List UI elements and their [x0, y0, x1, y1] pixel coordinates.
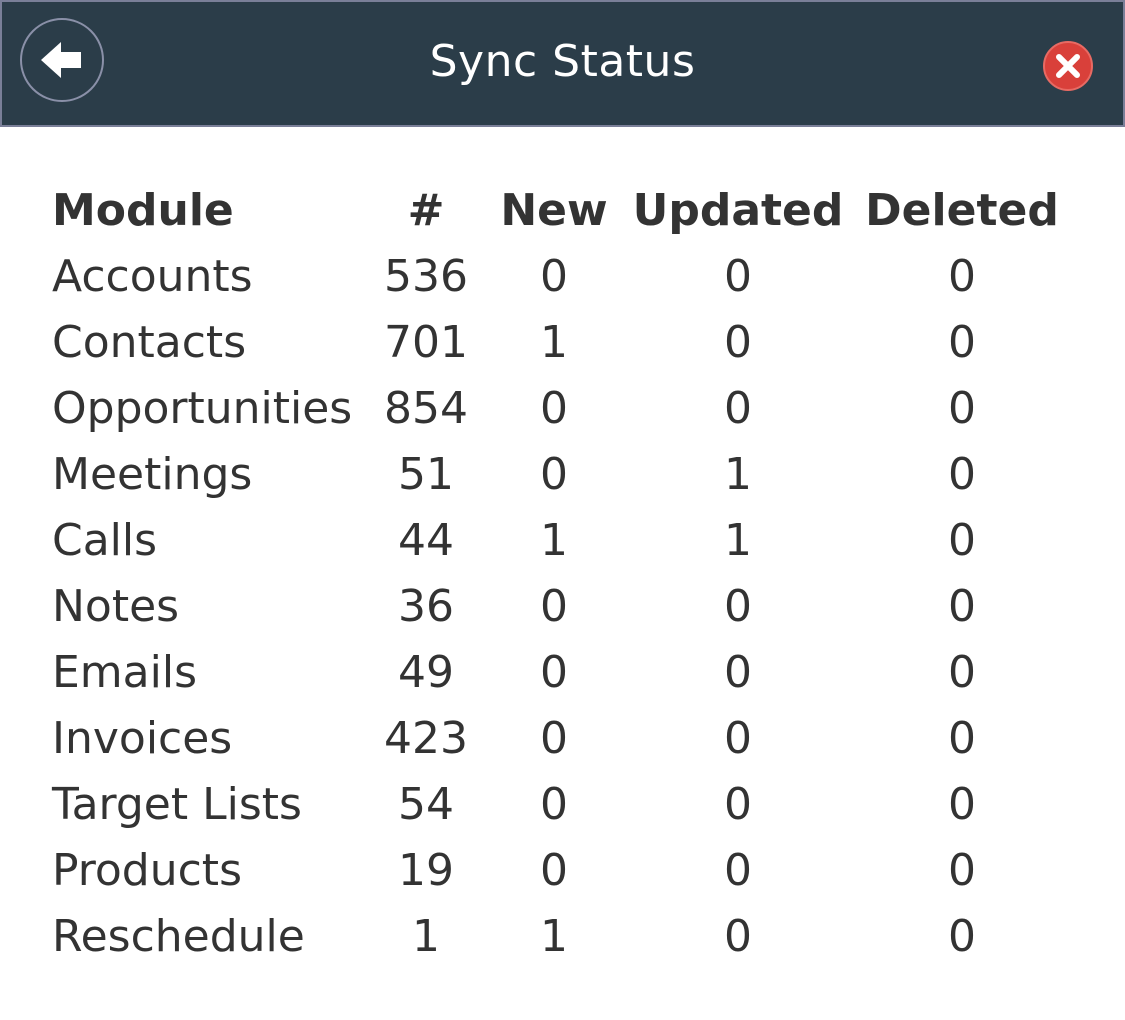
count-cell: 51	[398, 449, 454, 500]
column-header-module: Module	[52, 185, 234, 236]
table-header-row: Module # New Updated Deleted	[52, 178, 1072, 244]
module-cell: Invoices	[52, 713, 233, 764]
column-header-count: #	[407, 185, 445, 236]
new-cell: 0	[540, 251, 568, 302]
updated-cell: 0	[724, 713, 752, 764]
new-cell: 1	[540, 317, 568, 368]
table-row: Contacts 701 1 0 0	[52, 310, 1072, 376]
table-row: Notes 36 0 0 0	[52, 574, 1072, 640]
updated-cell: 0	[724, 779, 752, 830]
new-cell: 0	[540, 383, 568, 434]
deleted-cell: 0	[948, 845, 976, 896]
table-row: Invoices 423 0 0 0	[52, 706, 1072, 772]
deleted-cell: 0	[948, 317, 976, 368]
deleted-cell: 0	[948, 647, 976, 698]
updated-cell: 0	[724, 845, 752, 896]
table-row: Products 19 0 0 0	[52, 838, 1072, 904]
table-row: Calls 44 1 1 0	[52, 508, 1072, 574]
module-cell: Products	[52, 845, 242, 896]
updated-cell: 0	[724, 911, 752, 962]
module-cell: Contacts	[52, 317, 247, 368]
new-cell: 0	[540, 845, 568, 896]
column-header-new: New	[500, 185, 608, 236]
close-button[interactable]	[1042, 40, 1094, 92]
table-row: Emails 49 0 0 0	[52, 640, 1072, 706]
column-header-updated: Updated	[632, 185, 844, 236]
deleted-cell: 0	[948, 911, 976, 962]
deleted-cell: 0	[948, 581, 976, 632]
count-cell: 54	[398, 779, 454, 830]
table-row: Meetings 51 0 1 0	[52, 442, 1072, 508]
deleted-cell: 0	[948, 449, 976, 500]
table-row: Accounts 536 0 0 0	[52, 244, 1072, 310]
deleted-cell: 0	[948, 251, 976, 302]
module-cell: Meetings	[52, 449, 253, 500]
deleted-cell: 0	[948, 383, 976, 434]
deleted-cell: 0	[948, 779, 976, 830]
deleted-cell: 0	[948, 515, 976, 566]
count-cell: 36	[398, 581, 454, 632]
new-cell: 1	[540, 515, 568, 566]
count-cell: 701	[384, 317, 468, 368]
new-cell: 0	[540, 713, 568, 764]
updated-cell: 0	[724, 383, 752, 434]
updated-cell: 0	[724, 581, 752, 632]
close-icon	[1043, 41, 1093, 91]
column-header-deleted: Deleted	[865, 185, 1059, 236]
updated-cell: 0	[724, 317, 752, 368]
table-row: Opportunities 854 0 0 0	[52, 376, 1072, 442]
module-cell: Calls	[52, 515, 158, 566]
module-cell: Accounts	[52, 251, 253, 302]
new-cell: 1	[540, 911, 568, 962]
count-cell: 423	[384, 713, 468, 764]
new-cell: 0	[540, 647, 568, 698]
table-row: Reschedule 1 1 0 0	[52, 904, 1072, 970]
count-cell: 854	[384, 383, 468, 434]
updated-cell: 1	[724, 515, 752, 566]
updated-cell: 1	[724, 449, 752, 500]
module-cell: Opportunities	[52, 383, 353, 434]
count-cell: 1	[412, 911, 440, 962]
table-body: Accounts 536 0 0 0 Contacts 701 1 0 0 Opportunitie…	[52, 244, 1072, 970]
new-cell: 0	[540, 779, 568, 830]
updated-cell: 0	[724, 251, 752, 302]
page-title: Sync Status	[429, 36, 696, 87]
count-cell: 536	[384, 251, 468, 302]
module-cell: Reschedule	[52, 911, 305, 962]
count-cell: 49	[398, 647, 454, 698]
sync-status-table: Module # New Updated Deleted Accounts 536…	[52, 178, 1072, 970]
module-cell: Notes	[52, 581, 180, 632]
table-row: Target Lists 54 0 0 0	[52, 772, 1072, 838]
new-cell: 0	[540, 581, 568, 632]
count-cell: 19	[398, 845, 454, 896]
updated-cell: 0	[724, 647, 752, 698]
module-cell: Emails	[52, 647, 197, 698]
deleted-cell: 0	[948, 713, 976, 764]
count-cell: 44	[398, 515, 454, 566]
new-cell: 0	[540, 449, 568, 500]
header-bar: Sync Status	[0, 0, 1125, 127]
module-cell: Target Lists	[52, 779, 302, 830]
